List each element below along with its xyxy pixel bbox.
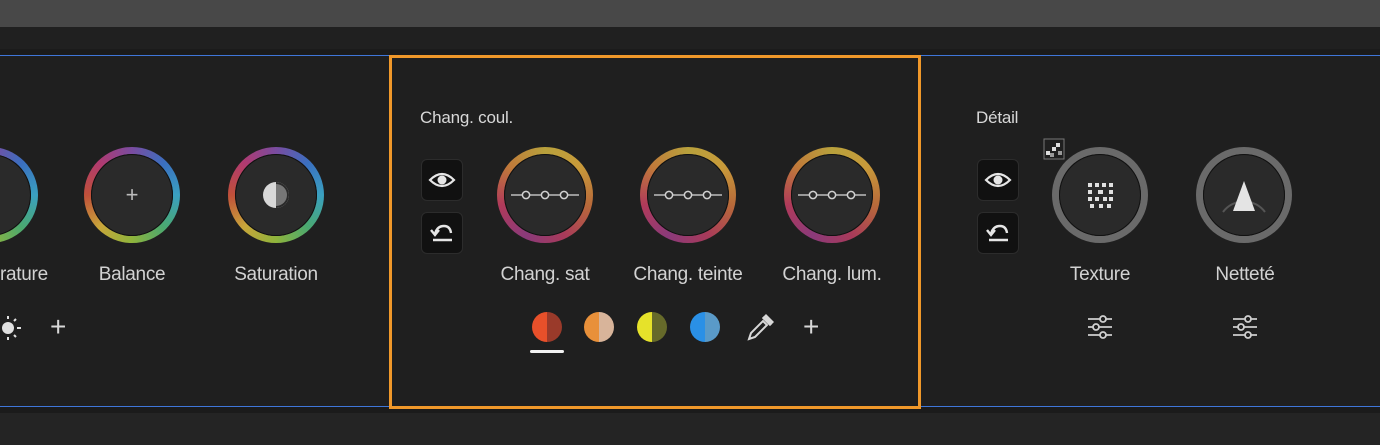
orange-swatch[interactable] — [584, 312, 614, 342]
shift-luminance-wheel[interactable] — [784, 147, 880, 243]
top-toolbar — [0, 0, 1380, 27]
shift-hue-label: Chang. teinte — [633, 264, 743, 285]
eyedropper-icon[interactable] — [745, 311, 775, 343]
visibility-toggle-button[interactable] — [421, 159, 463, 201]
saturation-icon — [263, 182, 289, 208]
detail-reset-button[interactable] — [977, 212, 1019, 254]
eye-icon — [984, 172, 1012, 188]
plus-icon: + — [125, 182, 139, 207]
shift-saturation-wheel[interactable] — [497, 147, 593, 243]
bottom-bar — [0, 413, 1380, 445]
balance-label: Balance — [98, 264, 166, 285]
texture-icon — [1088, 183, 1113, 208]
yellow-swatch[interactable] — [637, 312, 667, 342]
reset-icon — [986, 224, 1009, 242]
add-color-icon[interactable]: + — [803, 311, 819, 343]
saturation-label: Saturation — [234, 264, 318, 285]
sharpness-wheel[interactable] — [1196, 147, 1292, 243]
toolbar-gap — [0, 27, 1380, 49]
add-icon[interactable]: + — [50, 311, 66, 343]
texture-settings-icon[interactable] — [1086, 314, 1114, 340]
texture-label: Texture — [1069, 264, 1131, 285]
slider-points-icon — [654, 190, 722, 200]
slider-points-icon — [798, 190, 866, 200]
sharpness-icon — [1222, 181, 1266, 213]
temperature-label: rature — [0, 264, 48, 285]
detail-title: Détail — [976, 108, 1019, 127]
brightness-icon[interactable] — [0, 313, 26, 343]
eye-icon — [428, 172, 456, 188]
shift-saturation-label: Chang. sat — [500, 264, 590, 285]
reset-icon — [430, 224, 453, 242]
reset-button[interactable] — [421, 212, 463, 254]
texture-wheel[interactable] — [1052, 147, 1148, 243]
selected-swatch-indicator — [530, 350, 564, 353]
color-shift-title: Chang. coul. — [420, 108, 514, 127]
sharpness-settings-icon[interactable] — [1231, 314, 1259, 340]
sharpness-label: Netteté — [1215, 264, 1275, 285]
balance-wheel[interactable]: + — [84, 147, 180, 243]
detail-visibility-toggle-button[interactable] — [977, 159, 1019, 201]
blue-swatch[interactable] — [690, 312, 720, 342]
shift-hue-wheel[interactable] — [640, 147, 736, 243]
shift-luminance-label: Chang. lum. — [782, 264, 882, 285]
red-swatch[interactable] — [532, 312, 562, 342]
saturation-wheel[interactable] — [228, 147, 324, 243]
slider-points-icon — [511, 190, 579, 200]
